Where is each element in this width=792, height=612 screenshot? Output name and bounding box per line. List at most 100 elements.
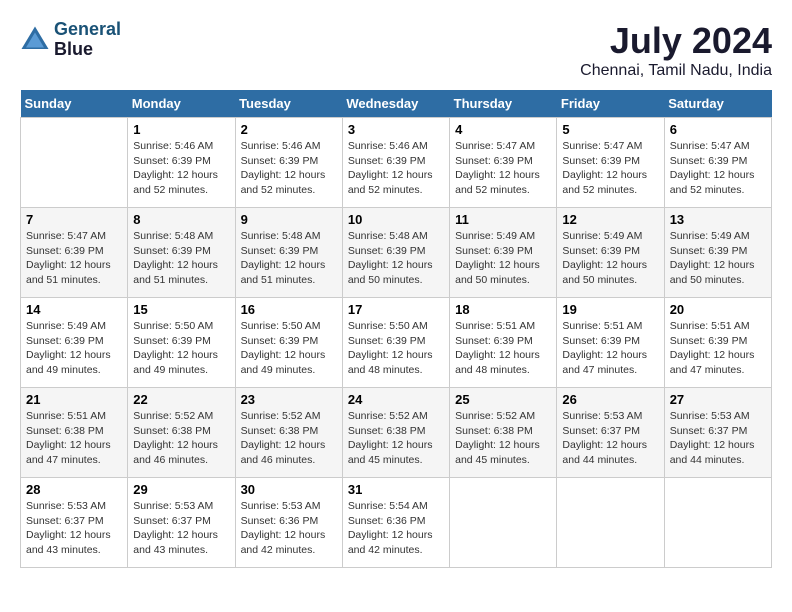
day-info: Sunrise: 5:51 AM Sunset: 6:38 PM Dayligh… xyxy=(26,409,122,468)
column-header-thursday: Thursday xyxy=(450,90,557,118)
calendar-cell: 31 Sunrise: 5:54 AM Sunset: 6:36 PM Dayli… xyxy=(342,478,449,568)
location-title: Chennai, Tamil Nadu, India xyxy=(580,62,772,80)
calendar-cell: 18 Sunrise: 5:51 AM Sunset: 6:39 PM Dayli… xyxy=(450,298,557,388)
calendar-cell xyxy=(21,118,128,208)
logo-line1: General xyxy=(54,19,121,39)
calendar-cell: 1 Sunrise: 5:46 AM Sunset: 6:39 PM Daylig… xyxy=(128,118,235,208)
day-number: 20 xyxy=(670,302,766,317)
day-info: Sunrise: 5:53 AM Sunset: 6:37 PM Dayligh… xyxy=(670,409,766,468)
day-number: 12 xyxy=(562,212,658,227)
calendar-cell: 3Sunrise: 5:46 AM Sunset: 6:39 PM Daylig… xyxy=(342,118,449,208)
day-info: Sunrise: 5:52 AM Sunset: 6:38 PM Dayligh… xyxy=(133,409,229,468)
day-info: Sunrise: 5:49 AM Sunset: 6:39 PM Dayligh… xyxy=(562,229,658,288)
day-info: Sunrise: 5:51 AM Sunset: 6:39 PM Dayligh… xyxy=(562,319,658,378)
calendar-cell: 24 Sunrise: 5:52 AM Sunset: 6:38 PM Dayli… xyxy=(342,388,449,478)
day-info: Sunrise: 5:53 AM Sunset: 6:37 PM Dayligh… xyxy=(562,409,658,468)
week-row-5: 28 Sunrise: 5:53 AM Sunset: 6:37 PM Dayli… xyxy=(21,478,772,568)
calendar-cell: 21 Sunrise: 5:51 AM Sunset: 6:38 PM Dayli… xyxy=(21,388,128,478)
day-info: Sunrise: 5:49 AM Sunset: 6:39 PM Dayligh… xyxy=(670,229,766,288)
day-number: 18 xyxy=(455,302,551,317)
day-info: Sunrise: 5:48 AM Sunset: 6:39 PM Dayligh… xyxy=(133,229,229,288)
month-title: July 2024 xyxy=(580,20,772,62)
column-header-wednesday: Wednesday xyxy=(342,90,449,118)
logo-icon xyxy=(20,25,50,55)
calendar-cell: 10 Sunrise: 5:48 AM Sunset: 6:39 PM Dayli… xyxy=(342,208,449,298)
day-info: Sunrise: 5:48 AM Sunset: 6:39 PM Dayligh… xyxy=(348,229,444,288)
day-info: Sunrise: 5:48 AM Sunset: 6:39 PM Dayligh… xyxy=(241,229,337,288)
day-info: Sunrise: 5:46 AM Sunset: 6:39 PM Dayligh… xyxy=(348,139,444,198)
day-number: 25 xyxy=(455,392,551,407)
day-info: Sunrise: 5:52 AM Sunset: 6:38 PM Dayligh… xyxy=(348,409,444,468)
day-number: 28 xyxy=(26,482,122,497)
day-number: 17 xyxy=(348,302,444,317)
calendar-cell xyxy=(664,478,771,568)
calendar-cell: 30Sunrise: 5:53 AM Sunset: 6:36 PM Dayli… xyxy=(235,478,342,568)
calendar-cell: 4Sunrise: 5:47 AM Sunset: 6:39 PM Daylig… xyxy=(450,118,557,208)
page-header: General Blue July 2024 Chennai, Tamil Na… xyxy=(20,20,772,80)
calendar-cell: 2 Sunrise: 5:46 AM Sunset: 6:39 PM Daylig… xyxy=(235,118,342,208)
day-number: 21 xyxy=(26,392,122,407)
calendar-cell: 15 Sunrise: 5:50 AM Sunset: 6:39 PM Dayli… xyxy=(128,298,235,388)
day-info: Sunrise: 5:51 AM Sunset: 6:39 PM Dayligh… xyxy=(670,319,766,378)
day-info: Sunrise: 5:50 AM Sunset: 6:39 PM Dayligh… xyxy=(133,319,229,378)
calendar-cell: 27 Sunrise: 5:53 AM Sunset: 6:37 PM Dayli… xyxy=(664,388,771,478)
day-info: Sunrise: 5:50 AM Sunset: 6:39 PM Dayligh… xyxy=(241,319,337,378)
day-number: 26 xyxy=(562,392,658,407)
day-number: 11 xyxy=(455,212,551,227)
day-number: 24 xyxy=(348,392,444,407)
column-header-sunday: Sunday xyxy=(21,90,128,118)
day-info: Sunrise: 5:46 AM Sunset: 6:39 PM Dayligh… xyxy=(241,139,337,198)
day-number: 23 xyxy=(241,392,337,407)
day-number: 16 xyxy=(241,302,337,317)
day-info: Sunrise: 5:54 AM Sunset: 6:36 PM Dayligh… xyxy=(348,499,444,558)
day-number: 1 xyxy=(133,122,229,137)
day-number: 15 xyxy=(133,302,229,317)
calendar-cell: 26 Sunrise: 5:53 AM Sunset: 6:37 PM Dayli… xyxy=(557,388,664,478)
calendar-cell: 6Sunrise: 5:47 AM Sunset: 6:39 PM Daylig… xyxy=(664,118,771,208)
calendar-cell: 12 Sunrise: 5:49 AM Sunset: 6:39 PM Dayli… xyxy=(557,208,664,298)
day-number: 27 xyxy=(670,392,766,407)
day-info: Sunrise: 5:51 AM Sunset: 6:39 PM Dayligh… xyxy=(455,319,551,378)
calendar-cell: 28Sunrise: 5:53 AM Sunset: 6:37 PM Dayli… xyxy=(21,478,128,568)
day-info: Sunrise: 5:46 AM Sunset: 6:39 PM Dayligh… xyxy=(133,139,229,198)
day-number: 8 xyxy=(133,212,229,227)
column-header-monday: Monday xyxy=(128,90,235,118)
week-row-1: 1 Sunrise: 5:46 AM Sunset: 6:39 PM Daylig… xyxy=(21,118,772,208)
day-number: 6 xyxy=(670,122,766,137)
calendar-cell: 16 Sunrise: 5:50 AM Sunset: 6:39 PM Dayli… xyxy=(235,298,342,388)
day-info: Sunrise: 5:49 AM Sunset: 6:39 PM Dayligh… xyxy=(26,319,122,378)
calendar-cell: 25 Sunrise: 5:52 AM Sunset: 6:38 PM Dayli… xyxy=(450,388,557,478)
day-number: 2 xyxy=(241,122,337,137)
day-number: 30 xyxy=(241,482,337,497)
day-number: 7 xyxy=(26,212,122,227)
day-info: Sunrise: 5:49 AM Sunset: 6:39 PM Dayligh… xyxy=(455,229,551,288)
calendar-cell xyxy=(557,478,664,568)
title-block: July 2024 Chennai, Tamil Nadu, India xyxy=(580,20,772,80)
day-info: Sunrise: 5:47 AM Sunset: 6:39 PM Dayligh… xyxy=(26,229,122,288)
week-row-3: 14Sunrise: 5:49 AM Sunset: 6:39 PM Dayli… xyxy=(21,298,772,388)
day-info: Sunrise: 5:47 AM Sunset: 6:39 PM Dayligh… xyxy=(562,139,658,198)
calendar-header-row: SundayMondayTuesdayWednesdayThursdayFrid… xyxy=(21,90,772,118)
calendar-cell: 8 Sunrise: 5:48 AM Sunset: 6:39 PM Daylig… xyxy=(128,208,235,298)
day-number: 22 xyxy=(133,392,229,407)
column-header-saturday: Saturday xyxy=(664,90,771,118)
calendar-cell: 23 Sunrise: 5:52 AM Sunset: 6:38 PM Dayli… xyxy=(235,388,342,478)
week-row-4: 21 Sunrise: 5:51 AM Sunset: 6:38 PM Dayli… xyxy=(21,388,772,478)
day-info: Sunrise: 5:53 AM Sunset: 6:37 PM Dayligh… xyxy=(133,499,229,558)
calendar-table: SundayMondayTuesdayWednesdayThursdayFrid… xyxy=(20,90,772,568)
calendar-cell: 29Sunrise: 5:53 AM Sunset: 6:37 PM Dayli… xyxy=(128,478,235,568)
day-number: 19 xyxy=(562,302,658,317)
calendar-cell: 20 Sunrise: 5:51 AM Sunset: 6:39 PM Dayli… xyxy=(664,298,771,388)
day-number: 13 xyxy=(670,212,766,227)
day-number: 31 xyxy=(348,482,444,497)
day-info: Sunrise: 5:50 AM Sunset: 6:39 PM Dayligh… xyxy=(348,319,444,378)
day-number: 10 xyxy=(348,212,444,227)
calendar-cell: 11 Sunrise: 5:49 AM Sunset: 6:39 PM Dayli… xyxy=(450,208,557,298)
day-number: 9 xyxy=(241,212,337,227)
logo-line2: Blue xyxy=(54,40,121,60)
calendar-cell: 19 Sunrise: 5:51 AM Sunset: 6:39 PM Dayli… xyxy=(557,298,664,388)
calendar-cell xyxy=(450,478,557,568)
day-info: Sunrise: 5:52 AM Sunset: 6:38 PM Dayligh… xyxy=(455,409,551,468)
day-info: Sunrise: 5:52 AM Sunset: 6:38 PM Dayligh… xyxy=(241,409,337,468)
calendar-cell: 5Sunrise: 5:47 AM Sunset: 6:39 PM Daylig… xyxy=(557,118,664,208)
